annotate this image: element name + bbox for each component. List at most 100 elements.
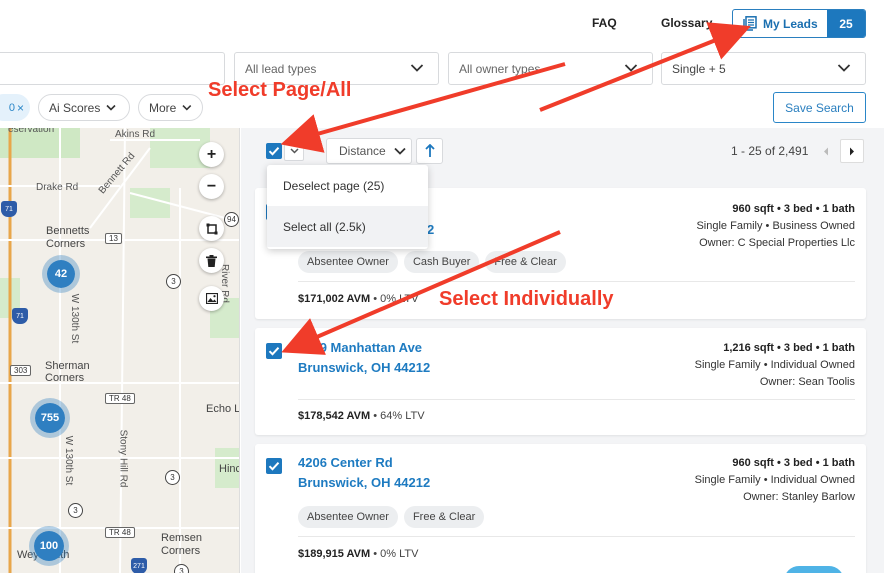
map-label: Corners xyxy=(46,238,86,250)
lead-address-line1[interactable]: 4206 Center Rd xyxy=(298,453,430,473)
lead-card[interactable]: 4239 Manhattan Ave Brunswick, OH 44212 1… xyxy=(255,328,866,435)
chevron-down-icon xyxy=(837,64,851,72)
route-shield: 3 xyxy=(166,274,181,289)
location-search-input[interactable] xyxy=(0,52,225,85)
ai-scores-button[interactable]: Ai Scores xyxy=(38,94,130,121)
clear-drawing-button[interactable] xyxy=(199,248,224,273)
pagination-status: 1 - 25 of 2,491 xyxy=(731,144,809,158)
map-cluster-marker[interactable]: 42 xyxy=(42,255,80,293)
draw-area-button[interactable] xyxy=(199,216,224,241)
route-shield: 3 xyxy=(165,470,180,485)
checkmark-icon xyxy=(268,347,280,356)
route-shield: 13 xyxy=(105,233,122,244)
lead-address-line1[interactable]: 4239 Manhattan Ave xyxy=(298,338,430,358)
chevron-down-icon xyxy=(289,148,299,154)
sort-select[interactable]: Distance xyxy=(326,138,412,164)
lead-avm: $171,002 AVM xyxy=(298,293,371,305)
my-leads-label: My Leads xyxy=(763,16,818,31)
lead-tag: Absentee Owner xyxy=(298,251,398,273)
lead-tag: Free & Clear xyxy=(485,251,566,273)
route-shield: TR 48 xyxy=(105,527,135,538)
top-header: FAQ Glossary My Leads 25 xyxy=(0,0,884,46)
trash-icon xyxy=(206,254,217,267)
lead-property-type: Single Family • Individual Owned xyxy=(694,359,855,371)
lead-tags: Absentee Owner Free & Clear xyxy=(298,506,485,528)
more-filters-button[interactable]: More xyxy=(138,94,203,121)
lead-tags: Absentee Owner Cash Buyer Free & Clear xyxy=(298,251,566,273)
chevron-down-icon xyxy=(394,147,406,155)
route-shield: 303 xyxy=(10,365,32,376)
property-types-select[interactable]: Single + 5 xyxy=(661,52,866,85)
lead-tag: Free & Clear xyxy=(403,506,485,528)
lead-avm: $178,542 AVM xyxy=(298,410,371,422)
lead-ltv: • 0% LTV xyxy=(370,293,419,305)
map-label: eservation xyxy=(8,128,55,135)
lead-avm: $189,915 AVM xyxy=(298,548,371,560)
lead-owner: Owner: C Special Properties Llc xyxy=(699,237,855,249)
checkmark-icon xyxy=(268,147,280,156)
sort-direction-button[interactable] xyxy=(416,138,443,164)
select-page-checkbox[interactable] xyxy=(266,143,282,159)
chevron-down-icon xyxy=(410,64,424,72)
lead-select-checkbox[interactable] xyxy=(266,343,282,359)
interstate-shield: 271 xyxy=(131,558,147,573)
map-layers-button[interactable] xyxy=(199,286,224,311)
owner-types-select[interactable]: All owner types xyxy=(448,52,653,85)
interstate-shield: 71 xyxy=(1,201,17,217)
annotation-select-page-all: Select Page/All xyxy=(208,79,352,101)
lead-ltv: • 64% LTV xyxy=(370,410,425,422)
property-types-value: Single + 5 xyxy=(672,61,726,76)
deselect-page-option[interactable]: Deselect page (25) xyxy=(267,165,428,206)
chat-launcher-button[interactable] xyxy=(784,566,844,573)
image-icon xyxy=(205,293,218,304)
close-icon[interactable]: × xyxy=(17,101,24,115)
chevron-left-icon xyxy=(824,147,828,155)
draw-shape-icon xyxy=(206,223,217,234)
previous-page-button[interactable] xyxy=(815,139,837,163)
lead-owner: Owner: Stanley Barlow xyxy=(743,491,855,503)
annotation-select-individually: Select Individually xyxy=(439,288,614,310)
lead-tag: Absentee Owner xyxy=(298,506,398,528)
zoom-out-button[interactable]: − xyxy=(199,174,224,199)
map-label: Hinc xyxy=(219,463,240,475)
select-options-toggle[interactable] xyxy=(284,141,304,161)
lead-select-checkbox[interactable] xyxy=(266,458,282,474)
map-cluster-marker[interactable]: 100 xyxy=(29,526,69,566)
active-filter-chip[interactable]: 0 × xyxy=(0,94,30,121)
next-page-button[interactable] xyxy=(840,139,864,163)
lead-address-line2[interactable]: Brunswick, OH 44212 xyxy=(298,358,430,378)
ai-scores-label: Ai Scores xyxy=(49,100,101,115)
map-cluster-marker[interactable]: 755 xyxy=(30,398,70,438)
chevron-down-icon xyxy=(106,104,116,111)
save-search-button[interactable]: Save Search xyxy=(773,92,866,123)
sort-value: Distance xyxy=(339,144,386,158)
map-label: Drake Rd xyxy=(36,182,79,193)
interstate-shield: 71 xyxy=(12,308,28,324)
chevron-right-icon xyxy=(850,147,854,155)
map-panel[interactable]: eservation Akins Rd Drake Rd Bennett Rd … xyxy=(0,128,240,573)
checkmark-icon xyxy=(268,462,280,471)
faq-link[interactable]: FAQ xyxy=(592,16,617,30)
lead-specs: 1,216 sqft • 3 bed • 1 bath xyxy=(723,342,855,354)
map-label: Stony Hill Rd xyxy=(117,429,129,488)
map-label: Echo L xyxy=(206,403,240,415)
map-label: Corners xyxy=(161,545,201,557)
lead-address-line2[interactable]: 2 xyxy=(427,220,434,240)
lead-card[interactable]: 4206 Center Rd Brunswick, OH 44212 960 s… xyxy=(255,444,866,573)
lead-property-type: Single Family • Individual Owned xyxy=(694,474,855,486)
map-label: Sherman xyxy=(45,360,90,372)
map-label: Remsen xyxy=(161,532,202,544)
chevron-down-icon xyxy=(624,64,638,72)
arrow-up-icon xyxy=(424,144,435,157)
select-all-option[interactable]: Select all (2.5k) xyxy=(267,206,428,247)
map-label: Akins Rd xyxy=(115,129,156,140)
lead-owner: Owner: Sean Toolis xyxy=(759,376,855,388)
lead-address-line2[interactable]: Brunswick, OH 44212 xyxy=(298,473,430,493)
my-leads-button[interactable]: My Leads 25 xyxy=(732,9,866,38)
map-label: W 130th St xyxy=(63,435,75,486)
zoom-in-button[interactable]: + xyxy=(199,142,224,167)
lead-property-type: Single Family • Business Owned xyxy=(696,220,855,232)
route-shield: 3 xyxy=(68,503,83,518)
map-label: W 130th St xyxy=(69,293,81,344)
glossary-link[interactable]: Glossary xyxy=(661,16,712,30)
